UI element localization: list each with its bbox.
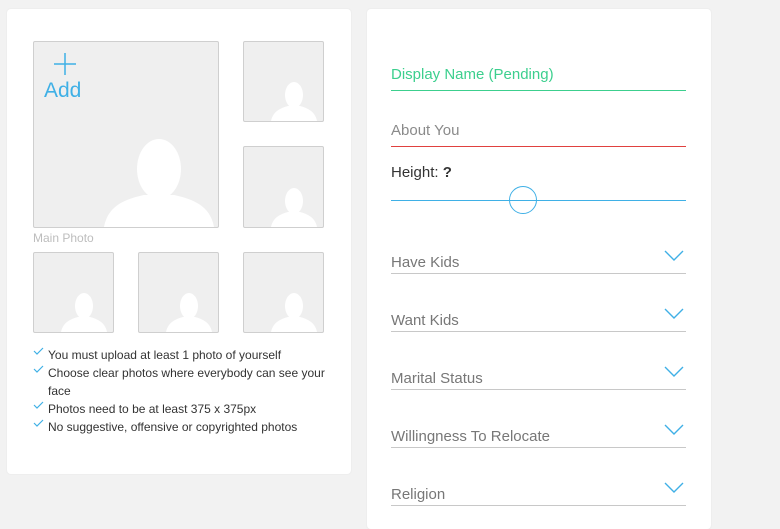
profile-form-panel: Display Name (Pending) About You Height:… [367, 9, 711, 529]
about-you-underline [391, 146, 686, 147]
display-name-placeholder: Display Name (Pending) [391, 66, 554, 83]
chevron-down-icon [664, 482, 684, 493]
chevron-down-icon [664, 250, 684, 261]
checkmark-icon [33, 419, 44, 427]
height-value: ? [442, 164, 452, 181]
person-silhouette-icon [166, 293, 212, 332]
display-name-underline [391, 90, 686, 91]
plus-icon [54, 53, 76, 75]
height-label-text: Height: [391, 164, 439, 181]
photo-guidelines: You must upload at least 1 photo of your… [33, 346, 333, 436]
guideline-text: You must upload at least 1 photo of your… [48, 348, 282, 362]
add-photo-label: Add [44, 79, 82, 102]
photo-slot[interactable] [138, 252, 219, 333]
chevron-down-icon [664, 308, 684, 319]
want-kids-placeholder: Want Kids [391, 312, 459, 329]
height-label: Height: ? [391, 164, 452, 181]
marital-status-placeholder: Marital Status [391, 370, 483, 387]
want-kids-underline [391, 331, 686, 332]
photo-slot[interactable] [243, 41, 324, 122]
guideline-text: Choose clear photos where everybody can … [48, 366, 325, 398]
photo-slot[interactable] [33, 252, 114, 333]
person-silhouette-icon [104, 139, 214, 227]
religion-placeholder: Religion [391, 486, 446, 503]
guideline-item: You must upload at least 1 photo of your… [33, 346, 333, 364]
person-silhouette-icon [61, 293, 107, 332]
person-silhouette-icon [271, 82, 317, 121]
photo-slot[interactable] [243, 252, 324, 333]
person-silhouette-icon [271, 293, 317, 332]
guideline-text: No suggestive, offensive or copyrighted … [48, 420, 298, 434]
height-slider-handle[interactable] [509, 186, 537, 214]
checkmark-icon [33, 401, 44, 409]
relocate-placeholder: Willingness To Relocate [391, 428, 550, 445]
photo-slot[interactable] [243, 146, 324, 228]
relocate-underline [391, 447, 686, 448]
guideline-item: Photos need to be at least 375 x 375px [33, 400, 333, 418]
chevron-down-icon [664, 366, 684, 377]
person-silhouette-icon [271, 188, 317, 227]
have-kids-placeholder: Have Kids [391, 254, 460, 271]
guideline-text: Photos need to be at least 375 x 375px [48, 402, 257, 416]
checkmark-icon [33, 347, 44, 355]
guideline-item: No suggestive, offensive or copyrighted … [33, 418, 333, 436]
religion-underline [391, 505, 686, 506]
main-photo-slot[interactable]: Add [33, 41, 219, 228]
marital-status-underline [391, 389, 686, 390]
about-you-placeholder: About You [391, 122, 460, 139]
chevron-down-icon [664, 424, 684, 435]
have-kids-underline [391, 273, 686, 274]
main-photo-label: Main Photo [33, 231, 94, 245]
photos-panel: Add Main Photo You must upload at least … [7, 9, 351, 474]
guideline-item: Choose clear photos where everybody can … [33, 364, 333, 400]
checkmark-icon [33, 365, 44, 373]
height-slider-track[interactable] [391, 200, 686, 201]
